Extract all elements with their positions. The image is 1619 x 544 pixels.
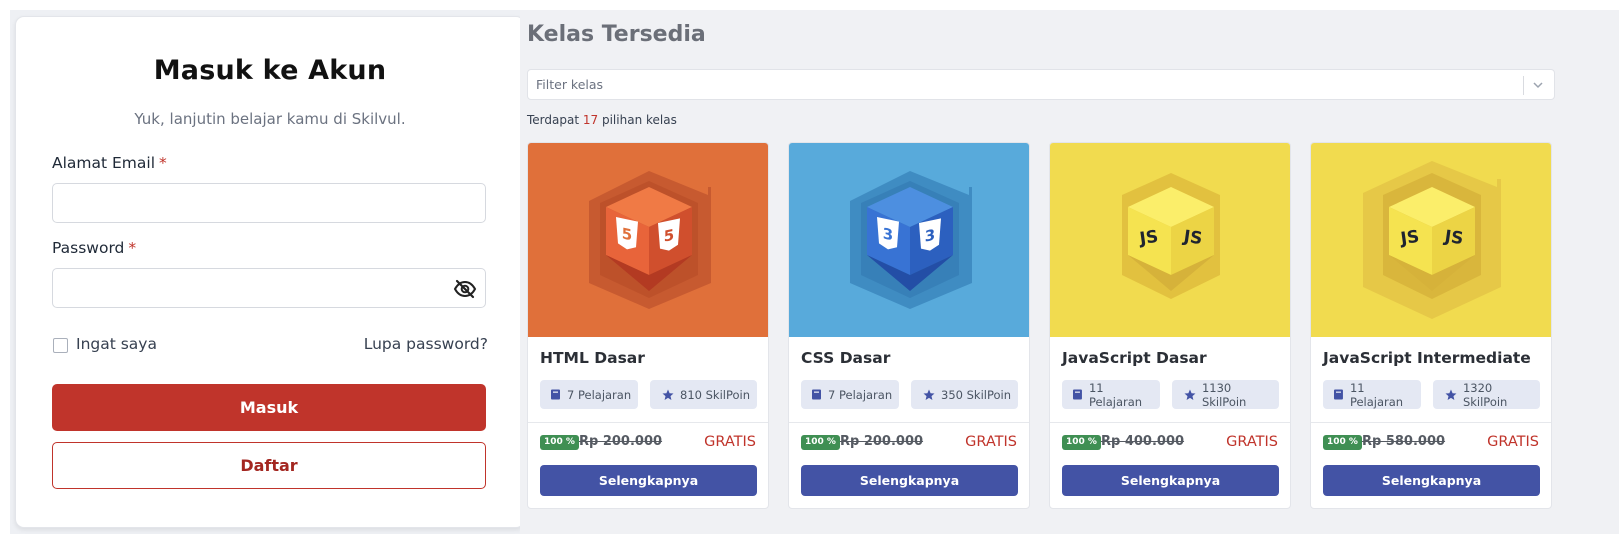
- star-icon: [1445, 389, 1457, 400]
- login-panel: Masuk ke Akun Yuk, lanjutin belajar kamu…: [10, 10, 530, 534]
- card-divider: [528, 422, 768, 423]
- details-button[interactable]: Selengkapnya: [540, 465, 757, 496]
- discount-badge: 100 %: [540, 435, 579, 450]
- login-button[interactable]: Masuk: [52, 384, 486, 431]
- filter-divider: [1523, 76, 1524, 95]
- card-divider: [789, 422, 1029, 423]
- svg-text:JS: JS: [1398, 227, 1420, 250]
- login-title: Masuk ke Akun: [153, 55, 387, 86]
- course-title: JavaScript Intermediate: [1323, 349, 1531, 367]
- old-price: Rp 400.000: [1101, 434, 1185, 449]
- points-chip: 1130 SkilPoin: [1172, 380, 1279, 409]
- svg-text:5: 5: [664, 226, 674, 246]
- book-icon: [551, 389, 560, 400]
- card-divider: [1311, 422, 1551, 423]
- discount-badge: 100 %: [801, 435, 840, 450]
- price-label: GRATIS: [704, 434, 756, 450]
- email-label: Alamat Email *: [52, 154, 167, 172]
- course-card-javascript-basic[interactable]: JS JS JavaScript Dasar 11 Pelajaran 1130…: [1049, 142, 1291, 509]
- catalog-panel: Kelas Tersedia Filter kelas Terdapat 17 …: [520, 10, 1619, 534]
- svg-text:JS: JS: [1442, 227, 1464, 250]
- points-chip: 810 SkilPoin: [650, 380, 757, 409]
- password-label: Password *: [52, 239, 136, 257]
- login-card: Masuk ke Akun Yuk, lanjutin belajar kamu…: [15, 16, 525, 528]
- price-label: GRATIS: [965, 434, 1017, 450]
- points-value: 1320 SkilPoin: [1462, 380, 1508, 409]
- login-subtitle: Yuk, lanjutin belajar kamu di Skilvul.: [134, 110, 406, 128]
- html5-cube-icon: 5 5: [528, 143, 768, 337]
- required-mark: *: [159, 154, 167, 172]
- password-field[interactable]: [52, 268, 486, 308]
- password-label-text: Password: [52, 239, 125, 257]
- filter-placeholder: Filter kelas: [536, 77, 604, 92]
- svg-text:JS: JS: [1137, 227, 1159, 250]
- course-title: CSS Dasar: [801, 349, 891, 367]
- course-count: Terdapat 17 pilihan kelas: [527, 113, 677, 127]
- star-icon: [1184, 389, 1196, 400]
- lessons-count: 7 Pelajaran: [567, 387, 632, 402]
- course-image: 3 3: [789, 143, 1029, 337]
- price-label: GRATIS: [1487, 434, 1539, 450]
- details-button[interactable]: Selengkapnya: [1323, 465, 1540, 496]
- price-label: GRATIS: [1226, 434, 1278, 450]
- svg-text:JS: JS: [1181, 227, 1203, 250]
- course-title: HTML Dasar: [540, 349, 645, 367]
- lessons-count: 11 Pelajaran: [1088, 380, 1143, 409]
- points-chip: 1320 SkilPoin: [1433, 380, 1540, 409]
- course-title: JavaScript Dasar: [1062, 349, 1207, 367]
- lessons-count: 7 Pelajaran: [828, 387, 893, 402]
- details-button[interactable]: Selengkapnya: [1062, 465, 1279, 496]
- book-icon: [1072, 389, 1082, 400]
- forgot-password-link[interactable]: Lupa password?: [364, 335, 488, 353]
- points-value: 1130 SkilPoin: [1201, 380, 1247, 409]
- lessons-chip: 7 Pelajaran: [801, 380, 899, 409]
- remember-label: Ingat saya: [76, 335, 157, 353]
- course-card-css[interactable]: 3 3 CSS Dasar 7 Pelajaran 350 SkilPoin 1…: [788, 142, 1030, 509]
- course-image: JS JS: [1050, 143, 1290, 337]
- card-divider: [1050, 422, 1290, 423]
- chevron-down-icon[interactable]: [1530, 77, 1546, 93]
- register-button[interactable]: Daftar: [52, 442, 486, 489]
- catalog-title: Kelas Tersedia: [527, 22, 706, 47]
- lessons-chip: 7 Pelajaran: [540, 380, 638, 409]
- star-icon: [662, 389, 674, 400]
- old-price: Rp 200.000: [840, 434, 924, 449]
- old-price: Rp 200.000: [579, 434, 663, 449]
- course-card-javascript-intermediate[interactable]: JS JS JavaScript Intermediate 11 Pelajar…: [1310, 142, 1552, 509]
- points-chip: 350 SkilPoin: [911, 380, 1018, 409]
- points-value: 810 SkilPoin: [680, 387, 750, 402]
- old-price: Rp 580.000: [1362, 434, 1446, 449]
- svg-text:3: 3: [883, 224, 893, 244]
- email-field[interactable]: [52, 183, 486, 223]
- discount-badge: 100 %: [1062, 435, 1101, 450]
- course-image: JS JS: [1311, 143, 1551, 337]
- lessons-chip: 11 Pelajaran: [1062, 380, 1160, 409]
- required-mark: *: [128, 239, 137, 257]
- discount-badge: 100 %: [1323, 435, 1362, 450]
- lessons-count: 11 Pelajaran: [1349, 380, 1404, 409]
- js-cube-icon: JS JS: [1050, 143, 1290, 337]
- email-label-text: Alamat Email: [52, 154, 156, 172]
- points-value: 350 SkilPoin: [941, 387, 1011, 402]
- filter-select[interactable]: Filter kelas: [527, 69, 1555, 100]
- star-icon: [923, 389, 935, 400]
- css3-cube-icon: 3 3: [789, 143, 1029, 337]
- js-cube-icon: JS JS: [1311, 143, 1551, 337]
- count-value: 17: [582, 113, 599, 127]
- book-icon: [1333, 389, 1343, 400]
- book-icon: [812, 389, 821, 400]
- details-button[interactable]: Selengkapnya: [801, 465, 1018, 496]
- svg-text:3: 3: [925, 226, 935, 246]
- course-image: 5 5: [528, 143, 768, 337]
- count-prefix: Terdapat: [527, 113, 580, 127]
- lessons-chip: 11 Pelajaran: [1323, 380, 1421, 409]
- eye-off-icon[interactable]: [453, 277, 477, 301]
- svg-text:5: 5: [622, 224, 632, 244]
- count-suffix: pilihan kelas: [601, 113, 677, 127]
- remember-checkbox[interactable]: [53, 338, 68, 353]
- course-card-html[interactable]: 5 5 HTML Dasar 7 Pelajaran 810 SkilPoin …: [527, 142, 769, 509]
